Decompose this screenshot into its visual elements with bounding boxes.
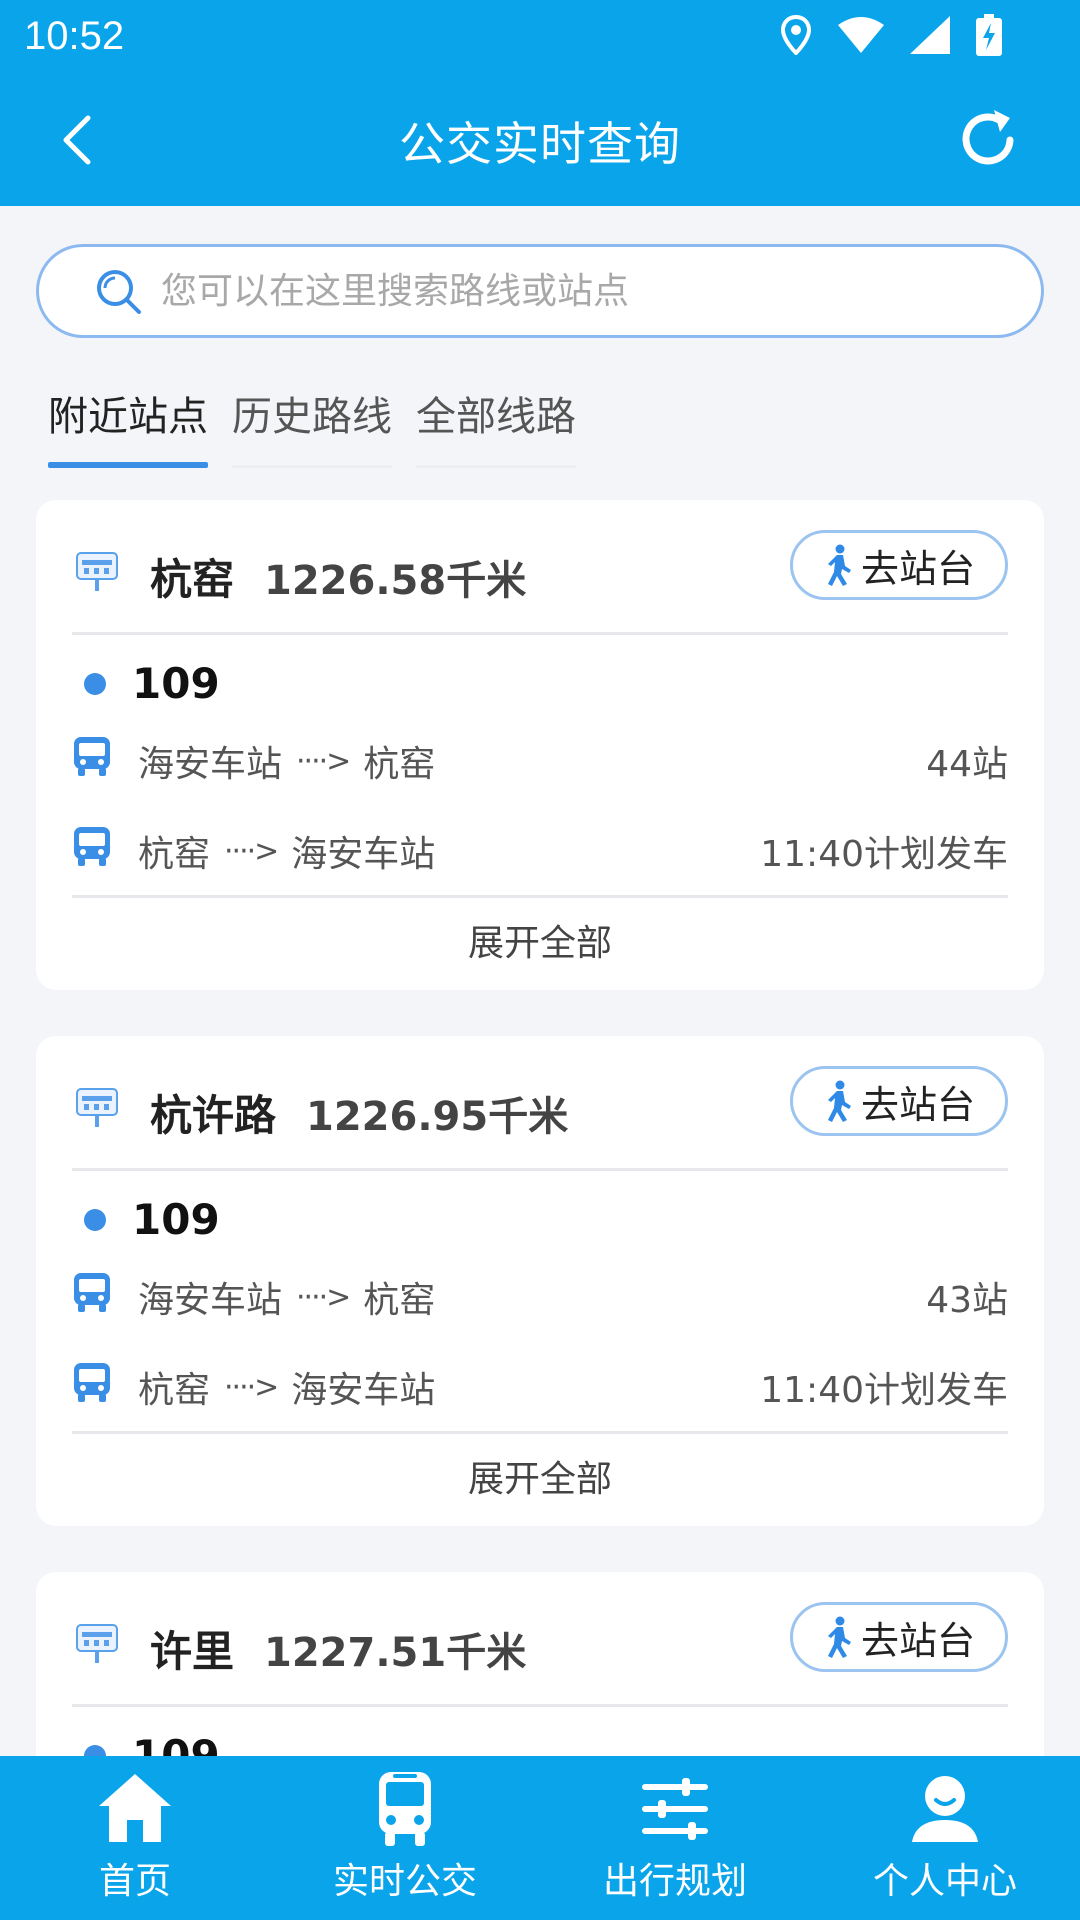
nav-label: 首页 (98, 1861, 171, 1902)
nav-trip-planning[interactable]: 出行规划 (540, 1756, 810, 1920)
bus-icon (74, 737, 110, 776)
route-number: 109 (132, 659, 220, 708)
home-icon (99, 1774, 171, 1842)
stop-name: 杭窑 1226.58千米 (150, 546, 526, 607)
stop-distance: 1226.58千米 (264, 558, 527, 604)
go-to-station-button[interactable]: 去站台 (790, 1602, 1008, 1672)
dotted-arrow-icon: ····> (296, 743, 351, 779)
search-bar[interactable] (36, 244, 1044, 338)
dotted-arrow-icon: ····> (224, 1369, 279, 1405)
tab-nearby-stops[interactable]: 附近站点 (48, 384, 208, 468)
direction-to: 杭窑 (363, 1280, 436, 1321)
stop-name: 许里 1227.51千米 (150, 1618, 526, 1679)
direction-from: 海安车站 (138, 1280, 283, 1321)
go-to-station-button[interactable]: 去站台 (790, 530, 1008, 600)
go-station-label: 去站台 (860, 1082, 975, 1127)
go-to-station-button[interactable]: 去站台 (790, 1066, 1008, 1136)
bottom-nav: 首页 实时公交 出行规划 个人中心 (0, 1756, 1080, 1920)
bus-stop-icon (76, 1624, 118, 1663)
stop-name: 杭许路 1226.95千米 (150, 1082, 568, 1143)
dotted-arrow-icon: ····> (296, 1279, 351, 1315)
status-time: 10:52 (24, 14, 125, 58)
status-icons (780, 14, 1002, 56)
user-icon (912, 1776, 978, 1842)
bus-icon (74, 1363, 110, 1402)
stop-distance: 1226.95千米 (306, 1094, 569, 1140)
stop-card: 杭窑 1226.58千米 去站台 109 海安车站 ····> 杭窑 44站 杭… (36, 500, 1044, 990)
direction-info: 44站 (926, 744, 1008, 785)
stop-name-text: 杭窑 (150, 555, 235, 604)
direction-text: 海安车站 ····> 杭窑 (138, 735, 435, 787)
direction-to: 杭窑 (363, 744, 436, 785)
nav-label: 出行规划 (602, 1861, 747, 1902)
route-dot (84, 673, 106, 695)
location-icon (780, 15, 812, 55)
direction-from: 杭窑 (138, 1370, 211, 1411)
bus-icon (379, 1772, 431, 1846)
direction-info: 11:40计划发车 (760, 834, 1008, 875)
search-input[interactable] (161, 270, 961, 312)
walk-icon (827, 1080, 851, 1122)
route-number: 109 (132, 1195, 220, 1244)
stop-card: 许里1227.51千米 去站台 109 (36, 1572, 1044, 1780)
direction-row[interactable]: 杭窑 ····> 海安车站 11:40计划发车 (36, 797, 1044, 887)
tab-history-routes[interactable]: 历史路线 (232, 384, 392, 468)
stop-distance: 1227.51千米 (264, 1630, 527, 1676)
direction-info: 11:40计划发车 (760, 1370, 1008, 1411)
direction-text: 杭窑 ····> 海安车站 (138, 1361, 435, 1413)
page-title: 公交实时查询 (399, 117, 681, 171)
direction-to: 海安车站 (291, 1370, 436, 1411)
go-station-label: 去站台 (860, 1618, 975, 1663)
wifi-icon (838, 17, 884, 53)
direction-text: 海安车站 ····> 杭窑 (138, 1271, 435, 1323)
direction-row[interactable]: 海安车站 ····> 杭窑 44站 (36, 707, 1044, 797)
direction-text: 杭窑 ····> 海安车站 (138, 825, 435, 877)
app-header: 10:52 公交实时查询 (0, 0, 1080, 206)
nav-label: 个人中心 (872, 1861, 1017, 1902)
direction-from: 海安车站 (138, 744, 283, 785)
signal-icon (910, 16, 950, 54)
nav-label: 实时公交 (332, 1861, 477, 1902)
direction-row[interactable]: 杭窑 ····> 海安车站 11:40计划发车 (36, 1333, 1044, 1423)
direction-to: 海安车站 (291, 834, 436, 875)
expand-all-button[interactable]: 展开全部 (36, 1434, 1044, 1526)
route-line[interactable]: 109 (36, 1171, 1044, 1244)
route-dot (84, 1209, 106, 1231)
search-icon (97, 270, 141, 314)
sliders-icon (642, 1778, 708, 1840)
tab-bar: 附近站点 历史路线 全部线路 (48, 384, 576, 468)
refresh-icon[interactable] (952, 104, 1024, 176)
dotted-arrow-icon: ····> (224, 833, 279, 869)
walk-icon (827, 1616, 851, 1658)
stop-name-text: 杭许路 (150, 1091, 277, 1140)
bus-stop-icon (76, 552, 118, 591)
nav-home[interactable]: 首页 (0, 1756, 270, 1920)
bus-icon (74, 827, 110, 866)
nav-personal-center[interactable]: 个人中心 (810, 1756, 1080, 1920)
walk-icon (827, 544, 851, 586)
stop-name-text: 许里 (150, 1627, 235, 1676)
tab-all-routes[interactable]: 全部线路 (416, 384, 576, 468)
bus-icon (74, 1273, 110, 1312)
go-station-label: 去站台 (860, 546, 975, 591)
direction-info: 43站 (926, 1280, 1008, 1321)
bus-stop-icon (76, 1088, 118, 1127)
battery-icon (976, 14, 1002, 56)
expand-all-button[interactable]: 展开全部 (36, 898, 1044, 990)
direction-row[interactable]: 海安车站 ····> 杭窑 43站 (36, 1243, 1044, 1333)
direction-from: 杭窑 (138, 834, 211, 875)
stop-card: 杭许路 1226.95千米 去站台 109 海安车站 ····> 杭窑 43站 (36, 1036, 1044, 1526)
nav-realtime-bus[interactable]: 实时公交 (270, 1756, 540, 1920)
route-line[interactable]: 109 (36, 635, 1044, 708)
